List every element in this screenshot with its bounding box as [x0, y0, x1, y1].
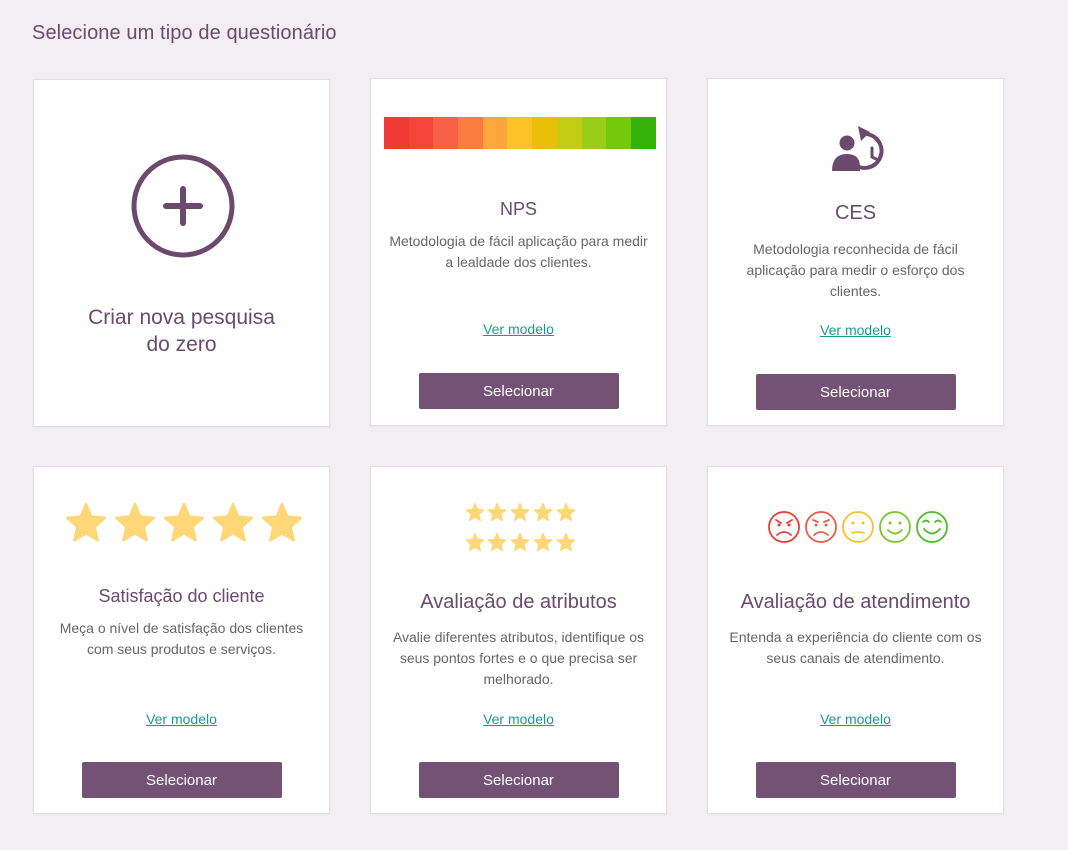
nps-scale-segment: [630, 117, 656, 149]
nps-scale-segment: [482, 117, 508, 149]
five-stars-icon: [65, 502, 303, 542]
select-button[interactable]: Selecionar: [81, 762, 282, 798]
card-description: Avalie diferentes atributos, identifique…: [392, 629, 645, 687]
new-survey-card[interactable]: Criar nova pesquisa do zero: [33, 79, 330, 427]
card-title: NPS: [499, 199, 537, 219]
card-description: Meça o nível de satisfação dos clientes …: [59, 620, 304, 657]
nps-scale-icon: [384, 117, 656, 149]
nps-scale-segment: [532, 117, 557, 149]
view-template-link[interactable]: Ver modelo: [708, 322, 1003, 338]
nps-scale-segment: [507, 117, 533, 149]
select-button[interactable]: Selecionar: [418, 762, 619, 798]
select-button[interactable]: Selecionar: [755, 762, 956, 798]
view-template-link[interactable]: Ver modelo: [371, 321, 666, 337]
nps-scale-segment: [556, 117, 582, 149]
card-description: Metodologia de fácil aplicação para medi…: [389, 233, 648, 270]
card-title: Avaliação de atributos: [420, 591, 617, 613]
card-title: Avaliação de atendimento: [740, 591, 971, 613]
nps-scale-segment: [408, 117, 434, 149]
nps-scale-segment: [606, 117, 631, 149]
view-template-link[interactable]: Ver modelo: [708, 711, 1003, 727]
star-grid-icon: [465, 502, 576, 552]
page-title: Selecione um tipo de questionário: [32, 22, 337, 44]
new-survey-label: Criar nova pesquisa do zero: [88, 306, 275, 356]
emoji-faces-icon: [768, 511, 948, 543]
card-description: Metodologia reconhecida de fácil aplicaç…: [746, 241, 965, 299]
user-refresh-icon: [832, 126, 884, 171]
card-customer-satisfaction: Satisfação do cliente Meça o nível de sa…: [33, 466, 330, 814]
card-title: CES: [834, 202, 877, 224]
card-service-evaluation: Avaliação de atendimento Entenda a exper…: [707, 466, 1004, 814]
card-description: Entenda a experiência do cliente com os …: [729, 629, 982, 666]
nps-scale-segment: [433, 117, 459, 149]
plus-circle-icon: [131, 154, 235, 258]
card-nps: NPS Metodologia de fácil aplicação para …: [370, 78, 667, 426]
card-ces: CES Metodologia reconhecida de fácil apl…: [707, 78, 1004, 426]
select-button[interactable]: Selecionar: [418, 373, 619, 409]
nps-scale-segment: [458, 117, 483, 149]
nps-scale-segment: [581, 117, 607, 149]
card-attribute-evaluation: Avaliação de atributos Avalie diferentes…: [370, 466, 667, 814]
nps-scale-segment: [384, 117, 409, 149]
card-title: Satisfação do cliente: [98, 586, 265, 606]
view-template-link[interactable]: Ver modelo: [371, 711, 666, 727]
view-template-link[interactable]: Ver modelo: [34, 711, 329, 727]
select-button[interactable]: Selecionar: [755, 374, 956, 410]
